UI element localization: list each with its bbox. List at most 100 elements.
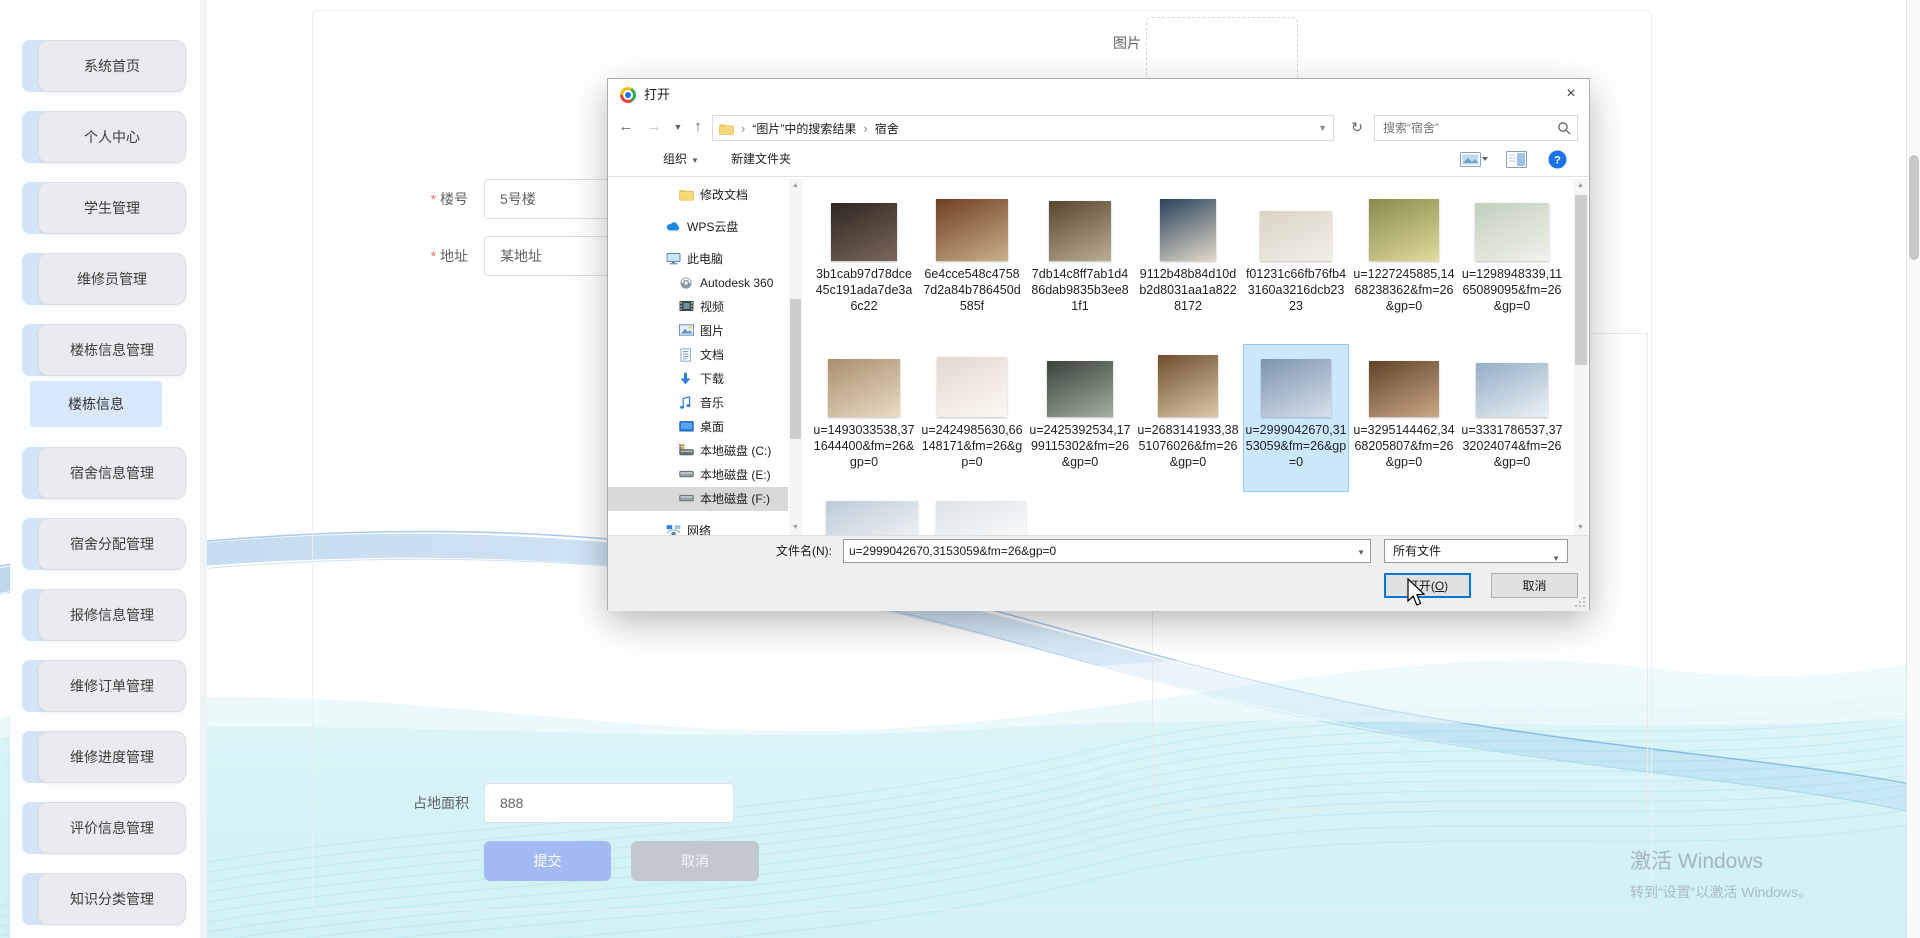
- address-bar[interactable]: › “图片”中的搜索结果 › 宿舍 ▼: [712, 115, 1334, 141]
- sidebar-item-dorm-assign[interactable]: 宿舍分配管理: [10, 518, 200, 570]
- file-item[interactable]: u=2683141933,3851076026&fm=26&gp=0: [1136, 345, 1240, 491]
- address-dropdown-chevron-icon[interactable]: ▼: [1318, 123, 1327, 133]
- breadcrumb-separator: ›: [863, 120, 868, 136]
- sidebar-item-building-mgmt[interactable]: 楼栋信息管理: [10, 324, 200, 376]
- tree-item-music[interactable]: 音乐: [608, 391, 788, 415]
- sidebar-subitem-building-info[interactable]: 楼栋信息: [30, 381, 162, 427]
- file-item-partial[interactable]: [936, 501, 1026, 535]
- sidebar-item-evaluation[interactable]: 评价信息管理: [10, 802, 200, 854]
- filename-dropdown-chevron-icon[interactable]: ▼: [1357, 548, 1365, 557]
- dialog-titlebar[interactable]: 打开 ×: [608, 79, 1589, 111]
- file-thumbnail: [831, 203, 897, 261]
- open-button[interactable]: 打开(O): [1384, 573, 1471, 598]
- breadcrumb-segment-search[interactable]: “图片”中的搜索结果: [752, 120, 856, 137]
- sidebar-item-label: 维修员管理: [38, 253, 186, 305]
- tree-item-autodesk-360[interactable]: Autodesk 360: [608, 271, 788, 295]
- file-thumbnail-wrap: [920, 349, 1024, 417]
- file-item[interactable]: 3b1cab97d78dce45c191ada7de3a6c22: [812, 189, 916, 335]
- sidebar-item-knowledge[interactable]: 知识分类管理: [10, 873, 200, 925]
- sidebar-item-label: 维修进度管理: [38, 731, 186, 783]
- preview-pane-icon[interactable]: [1506, 151, 1527, 168]
- new-folder-button[interactable]: 新建文件夹: [731, 143, 791, 176]
- file-item-partial[interactable]: [826, 501, 918, 535]
- filetype-chevron-icon: ▼: [1552, 554, 1560, 563]
- tree-item-documents[interactable]: 文档: [608, 343, 788, 367]
- back-icon[interactable]: ←: [614, 113, 638, 143]
- file-list-scrollbar[interactable]: ▲ ▼: [1574, 179, 1588, 535]
- search-input[interactable]: [1375, 116, 1553, 140]
- file-item[interactable]: u=3331786537,3732024074&fm=26&gp=0: [1460, 345, 1564, 491]
- file-item[interactable]: u=1298948339,1165089095&fm=26&gp=0: [1460, 189, 1564, 335]
- form-cancel-button[interactable]: 取消: [631, 841, 759, 881]
- tree-item-pictures[interactable]: 图片: [608, 319, 788, 343]
- file-item[interactable]: u=2999042670,3153059&fm=26&gp=0: [1243, 344, 1349, 492]
- file-item[interactable]: u=2424985630,66148171&fm=26&gp=0: [920, 345, 1024, 491]
- tree-item-label: WPS云盘: [687, 220, 739, 234]
- file-name: 9112b48b84d10db2d8031aa1a8228172: [1139, 267, 1237, 313]
- sidebar-item-label: 维修订单管理: [38, 660, 186, 712]
- help-icon[interactable]: ?: [1548, 150, 1567, 169]
- sidebar-item-student[interactable]: 学生管理: [10, 182, 200, 234]
- tree-item-label: 修改文档: [700, 188, 749, 202]
- file-scrollbar-thumb[interactable]: [1575, 195, 1587, 365]
- sidebar-item-repairman[interactable]: 维修员管理: [10, 253, 200, 305]
- tree-item-label: 图片: [700, 324, 725, 338]
- sidebar-menu: 系统首页个人中心学生管理维修员管理楼栋信息管理楼栋信息宿舍信息管理 宿舍分配管理报…: [10, 40, 200, 938]
- tree-item-this-pc[interactable]: 此电脑: [608, 247, 788, 271]
- file-item[interactable]: 6e4cce548c47587d2a84b786450d585f: [920, 189, 1024, 335]
- scroll-down-icon[interactable]: ▼: [789, 521, 802, 535]
- file-item[interactable]: u=2425392534,1799115302&fm=26&gp=0: [1028, 345, 1132, 491]
- tree-item-disk-e[interactable]: 本地磁盘 (E:): [608, 463, 788, 487]
- view-mode-icon[interactable]: [1460, 151, 1490, 168]
- file-name: u=2683141933,3851076026&fm=26&gp=0: [1137, 423, 1239, 469]
- file-item[interactable]: u=3295144462,3468205807&fm=26&gp=0: [1352, 345, 1456, 491]
- resize-grip[interactable]: [1574, 596, 1586, 608]
- submit-button[interactable]: 提交: [484, 841, 611, 881]
- tree-item-videos[interactable]: 视频: [608, 295, 788, 319]
- filename-input[interactable]: [844, 540, 1350, 562]
- sidebar-item-repair-order[interactable]: 维修订单管理: [10, 660, 200, 712]
- file-thumbnail-wrap: [1244, 193, 1348, 261]
- file-item[interactable]: 9112b48b84d10db2d8031aa1a8228172: [1136, 189, 1240, 335]
- sidebar-item-repair-report[interactable]: 报修信息管理: [10, 589, 200, 641]
- page-scrollbar-thumb[interactable]: [1909, 155, 1919, 260]
- tree-item-disk-c[interactable]: 本地磁盘 (C:): [608, 439, 788, 463]
- file-thumbnail: [937, 357, 1007, 417]
- breadcrumb-segment-folder[interactable]: 宿舍: [875, 120, 899, 137]
- close-icon[interactable]: ×: [1555, 80, 1587, 108]
- tree-scrollbar[interactable]: ▲ ▼: [789, 179, 802, 535]
- scroll-up-icon[interactable]: ▲: [789, 179, 802, 193]
- page-scrollbar[interactable]: [1906, 0, 1920, 938]
- sidebar-item-dorm-info[interactable]: 宿舍信息管理: [10, 447, 200, 499]
- search-icon: [1558, 122, 1571, 135]
- download-icon: [679, 372, 694, 387]
- file-item[interactable]: u=1227245885,1468238362&fm=26&gp=0: [1352, 189, 1456, 335]
- tree-item-label: 本地磁盘 (E:): [700, 468, 771, 482]
- file-item[interactable]: f01231c66fb76fb43160a3216dcb2323: [1244, 189, 1348, 335]
- tree-item-desktop[interactable]: 桌面: [608, 415, 788, 439]
- scroll-down-icon[interactable]: ▼: [1574, 521, 1587, 535]
- filetype-select[interactable]: 所有文件 ▼: [1384, 539, 1568, 563]
- sidebar-item-profile[interactable]: 个人中心: [10, 111, 200, 163]
- tree-item-disk-f[interactable]: 本地磁盘 (F:): [608, 487, 788, 511]
- tree-item-wps-cloud[interactable]: WPS云盘: [608, 215, 788, 239]
- organize-button[interactable]: 组织 ▼: [663, 143, 699, 176]
- tree-item-label: 视频: [700, 300, 725, 314]
- sidebar-item-repair-progress[interactable]: 维修进度管理: [10, 731, 200, 783]
- sidebar-item-home[interactable]: 系统首页: [10, 40, 200, 92]
- sidebar-scrollbar[interactable]: [200, 0, 207, 938]
- area-input[interactable]: [484, 783, 734, 823]
- scroll-up-icon[interactable]: ▲: [1574, 179, 1587, 193]
- refresh-icon[interactable]: ↻: [1344, 115, 1370, 141]
- file-item[interactable]: 7db14c8ff7ab1d486dab9835b3ee81f1: [1028, 189, 1132, 335]
- tree-item-modified-docs[interactable]: 修改文档: [608, 183, 788, 207]
- up-icon[interactable]: ↑: [686, 113, 710, 143]
- tree-scrollbar-thumb[interactable]: [790, 299, 801, 439]
- file-name: u=3295144462,3468205807&fm=26&gp=0: [1353, 423, 1455, 469]
- file-item[interactable]: u=1493033538,371644400&fm=26&gp=0: [812, 345, 916, 491]
- file-thumbnail: [1261, 359, 1331, 417]
- file-name: 3b1cab97d78dce45c191ada7de3a6c22: [815, 267, 913, 313]
- forward-icon[interactable]: →: [642, 113, 666, 143]
- dialog-cancel-button[interactable]: 取消: [1491, 573, 1578, 598]
- tree-item-downloads[interactable]: 下载: [608, 367, 788, 391]
